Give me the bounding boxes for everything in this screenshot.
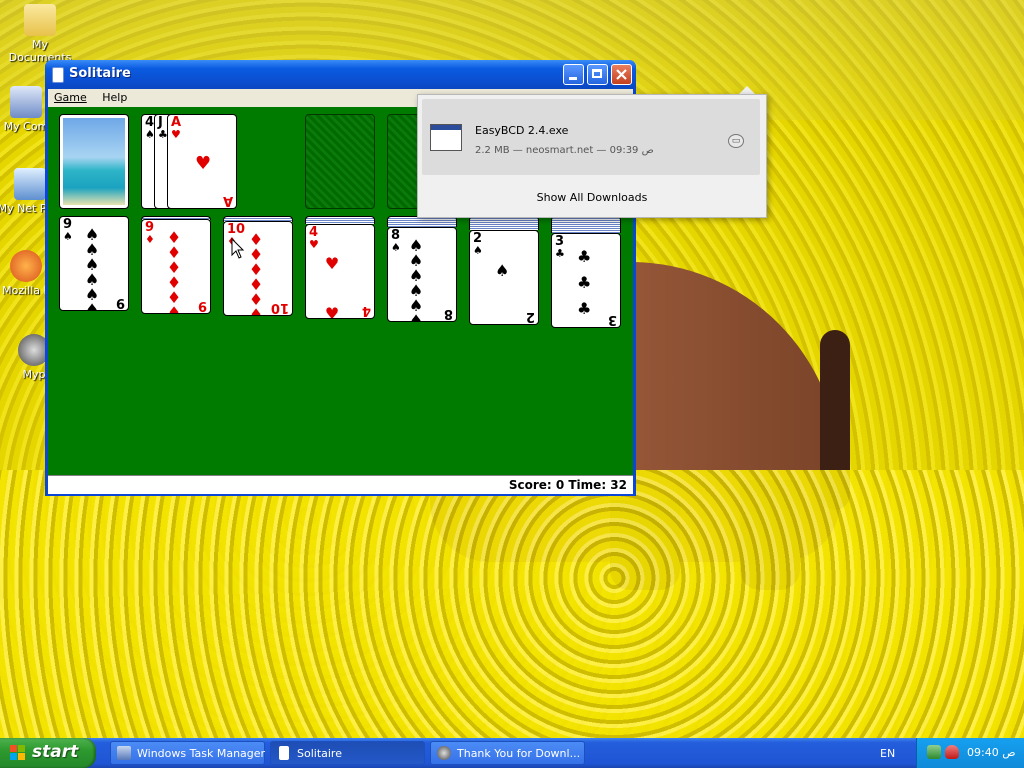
status-bar: Score: 0 Time: 32 — [48, 475, 633, 494]
close-icon — [616, 69, 627, 80]
taskbar-button-label: Thank You for Downl... — [457, 747, 581, 760]
card-suit: ♠ — [473, 244, 483, 257]
language-indicator[interactable]: EN — [880, 747, 895, 760]
card-rank-bottom: A — [222, 193, 233, 208]
menu-game[interactable]: Game — [48, 89, 93, 106]
tableau-card[interactable]: 10 ♦ ♦ ♦ ♦ ♦ ♦ ♦ ♦ ♦ ♦ ♦ 10 — [223, 221, 293, 316]
tableau-card[interactable]: 2 ♠ ♠ ♠ 2 — [469, 230, 539, 325]
clock[interactable]: 09:40 ص — [967, 746, 1016, 759]
close-button[interactable] — [611, 64, 632, 85]
score-time: Score: 0 Time: 32 — [508, 478, 627, 492]
network-icon — [14, 168, 46, 200]
download-filename: EasyBCD 2.4.exe — [475, 124, 569, 137]
system-tray: 09:40 ص — [916, 738, 1024, 768]
downloads-panel: EasyBCD 2.4.exe 2.2 MB — neosmart.net — … — [417, 94, 767, 218]
firefox-icon — [10, 250, 42, 282]
card-rank-bottom: 2 — [525, 309, 535, 324]
card-pips: ♠ ♠ — [495, 261, 516, 324]
taskbar-button-label: Solitaire — [297, 747, 342, 760]
minimize-button[interactable] — [563, 64, 584, 85]
application-icon — [430, 124, 462, 151]
download-item[interactable]: EasyBCD 2.4.exe 2.2 MB — neosmart.net — … — [422, 99, 760, 175]
card-rank-bottom: 9 — [197, 298, 207, 313]
task-manager-icon — [117, 746, 131, 760]
tableau-card[interactable]: 4 ♥ ♥ ♥ ♥ ♥ 4 — [305, 224, 375, 319]
menu-help[interactable]: Help — [96, 89, 133, 106]
card-center-pip: ♥ — [195, 153, 212, 174]
hidden-cards — [469, 216, 539, 230]
waste-top-card[interactable]: A ♥ ♥ A — [167, 114, 237, 209]
stock-pile[interactable] — [59, 114, 129, 209]
tableau-card[interactable]: 9 ♠ ♠ ♠ ♠ ♠ ♠ ♠ ♠ ♠ ♠ 9 — [59, 216, 129, 311]
card-rank-bottom: 8 — [443, 306, 453, 321]
card-suit: ♥ — [171, 128, 181, 141]
show-all-downloads-link[interactable]: Show All Downloads — [418, 191, 766, 204]
card-suit: ♣ — [555, 247, 565, 260]
card-rank-bottom: 10 — [270, 300, 289, 315]
desktop-icon-my-documents[interactable]: My Documents — [0, 4, 80, 64]
card-back-art — [63, 118, 125, 205]
desktop-icon-label: Myp — [22, 368, 46, 381]
taskbar-button-task-manager[interactable]: Windows Task Manager — [110, 741, 265, 765]
desktop-icon-label: My Com — [3, 120, 49, 133]
card-pips: ♠ ♠ ♠ ♠ ♠ ♠ ♠ ♠ ♠ — [84, 225, 106, 311]
foundation-slot-1[interactable] — [305, 114, 375, 209]
maximize-button[interactable] — [587, 64, 608, 85]
card-pips: ♦ ♦ ♦ ♦ ♦ ♦ ♦ ♦ ♦ — [166, 228, 188, 314]
tableau-card[interactable]: 3 ♣ ♣ ♣ ♣ 3 — [551, 233, 621, 328]
card-rank-bottom: 9 — [115, 295, 125, 310]
start-button[interactable]: start — [0, 738, 96, 768]
solitaire-titlebar[interactable]: Solitaire — [45, 60, 636, 89]
card-pips: ♠ ♠ ♠ ♠ ♠ ♠ ♠ ♠ — [408, 236, 438, 322]
maximize-icon — [592, 69, 602, 78]
taskbar: start Windows Task Manager Solitaire Tha… — [0, 738, 1024, 768]
card-rank-bottom: 4 — [361, 303, 371, 318]
windows-logo-icon — [10, 745, 25, 760]
taskbar-button-solitaire[interactable]: Solitaire — [270, 741, 425, 765]
firefox-icon — [437, 746, 451, 760]
computer-icon — [10, 86, 42, 118]
download-meta: 2.2 MB — neosmart.net — 09:39 ص — [475, 145, 654, 156]
taskbar-button-label: Windows Task Manager — [137, 747, 266, 760]
hidden-cards — [551, 216, 621, 233]
window-title: Solitaire — [69, 66, 131, 81]
card-pips: ♣ ♣ ♣ — [577, 247, 598, 318]
taskbar-button-firefox[interactable]: Thank You for Downl... — [430, 741, 585, 765]
desktop-icon-label: Mozilla F — [2, 284, 50, 297]
tableau-card[interactable]: 9 ♦ ♦ ♦ ♦ ♦ ♦ ♦ ♦ ♦ ♦ 9 — [141, 219, 211, 314]
minimize-icon — [569, 77, 577, 80]
card-pips: ♥ ♥ ♥ ♥ — [324, 254, 358, 319]
mouse-pointer-icon — [231, 238, 245, 259]
shield-icon[interactable] — [945, 745, 959, 759]
wallpaper-flowers — [0, 470, 1024, 738]
folder-icon — [24, 4, 56, 36]
hidden-cards — [305, 216, 375, 224]
card-rank-bottom: 3 — [607, 312, 617, 327]
network-tray-icon[interactable] — [927, 745, 941, 759]
solitaire-icon — [279, 746, 289, 760]
tableau-card[interactable]: 8 ♠ ♠ ♠ ♠ ♠ ♠ ♠ ♠ ♠ 8 — [387, 227, 457, 322]
open-folder-icon[interactable]: ▭ — [728, 134, 744, 148]
start-label: start — [32, 742, 79, 762]
solitaire-icon — [52, 67, 64, 83]
